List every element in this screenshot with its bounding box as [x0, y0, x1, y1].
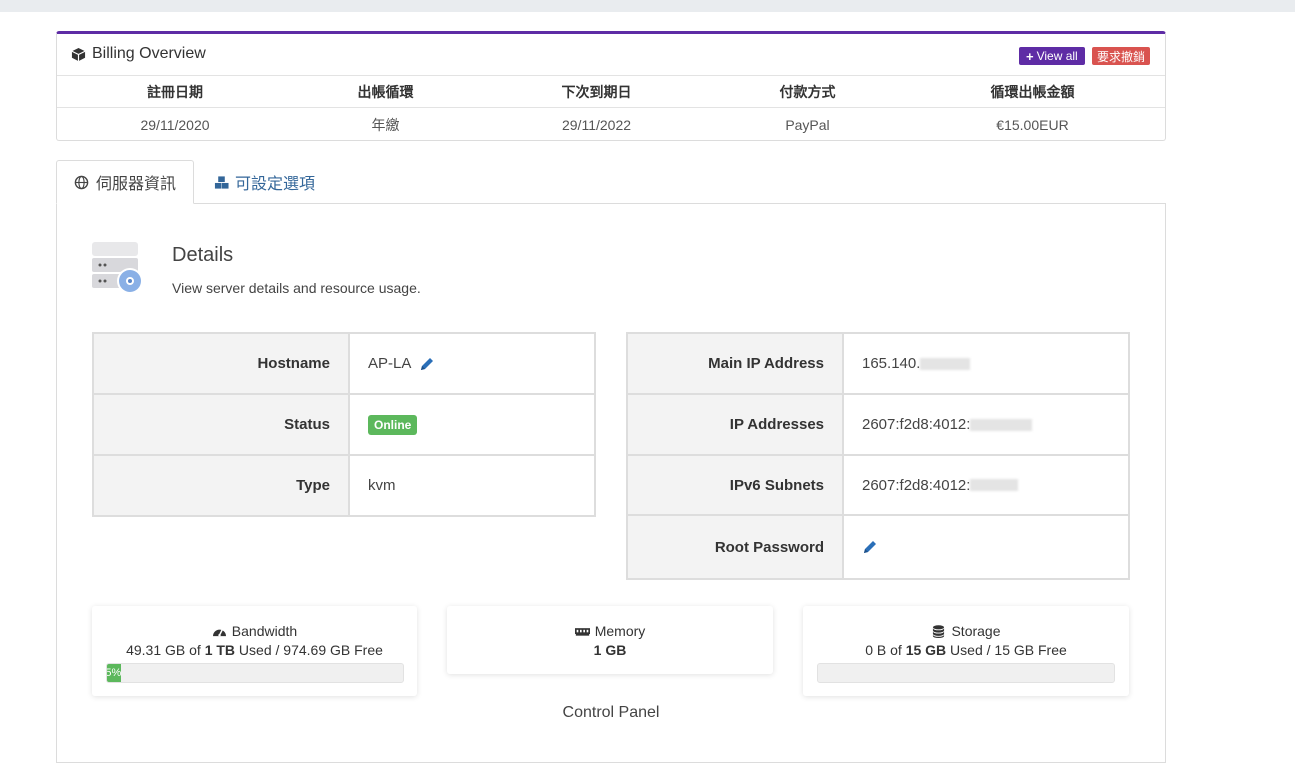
tab-server-info[interactable]: 伺服器資訊	[56, 160, 194, 204]
root-password-value-cell	[844, 516, 878, 578]
ip-addresses-value-cell: 2607:f2d8:4012:	[844, 395, 1033, 454]
hostname-value-cell: AP-LA	[350, 334, 435, 393]
column-header: 付款方式	[779, 83, 836, 100]
type-value: kvm	[368, 477, 396, 494]
memory-value: 1 GB	[593, 642, 627, 658]
memory-title: Memory	[447, 623, 773, 639]
main-ip-value: 165.140.	[862, 355, 921, 372]
network-info-table: Main IP Address 165.140. IP Addresses 26…	[626, 332, 1130, 580]
bandwidth-progress-bar: 5%	[105, 663, 404, 683]
billing-cycle: 年繳	[371, 116, 400, 133]
bandwidth-used: 49.31 GB	[126, 642, 186, 658]
ipv6-subnets-value: 2607:f2d8:4012:	[862, 476, 971, 494]
column-header: 下次到期日	[561, 83, 632, 100]
globe-icon	[74, 175, 89, 189]
server-settings-icon	[92, 242, 143, 294]
database-icon	[933, 624, 945, 638]
storage-of: of	[886, 642, 906, 658]
top-bar	[0, 0, 1295, 12]
tab-configurable-options-label: 可設定選項	[235, 176, 316, 193]
main-ip-row: Main IP Address 165.140.	[628, 334, 1128, 395]
recurring-amount: €15.00EUR	[996, 116, 1069, 133]
root-password-label: Root Password	[628, 516, 844, 578]
details-title: Details	[172, 244, 234, 266]
storage-suffix: Used / 15 GB Free	[946, 642, 1067, 658]
billing-title-text: Billing Overview	[92, 45, 206, 62]
redacted-block	[970, 418, 1033, 431]
hostname-row: Hostname AP-LA	[94, 334, 594, 395]
main-ip-label: Main IP Address	[628, 334, 844, 393]
billing-title: Billing Overview	[71, 45, 206, 63]
memory-chip-icon	[574, 627, 590, 636]
plus-icon: +	[1026, 48, 1034, 64]
tab-configurable-options[interactable]: 可設定選項	[204, 160, 325, 204]
storage-total: 15 GB	[905, 642, 947, 658]
billing-table-header: 註冊日期 出帳循環 下次到期日 付款方式 循環出帳金額	[57, 76, 1165, 108]
view-all-label: View all	[1036, 49, 1078, 63]
control-panel-title: Control Panel	[562, 704, 660, 721]
bandwidth-of: of	[185, 642, 205, 658]
status-value-cell: Online	[350, 395, 418, 454]
bandwidth-title: Bandwidth	[92, 623, 417, 639]
dashboard-icon	[212, 628, 226, 636]
storage-used: 0 B	[865, 642, 887, 658]
bandwidth-percent-label: 5%	[106, 667, 122, 679]
view-all-button[interactable]: + View all	[1019, 47, 1085, 65]
ipv6-subnets-value-cell: 2607:f2d8:4012:	[844, 456, 1019, 514]
billing-table: 註冊日期 出帳循環 下次到期日 付款方式 循環出帳金額 29/11/2020 年…	[57, 76, 1165, 141]
status-badge: Online	[368, 414, 418, 435]
column-header: 註冊日期	[147, 83, 203, 100]
status-row: Status Online	[94, 395, 594, 456]
storage-title-text: Storage	[951, 623, 1001, 639]
ipv6-subnets-label: IPv6 Subnets	[628, 456, 844, 514]
billing-overview-panel: Billing Overview + View all 要求撤銷 註冊日期 出帳…	[56, 31, 1166, 141]
redacted-block	[970, 479, 1019, 491]
server-info-table: Hostname AP-LA Status Online Type kvm	[92, 332, 596, 517]
status-label: Status	[94, 395, 350, 454]
bandwidth-total: 1 TB	[204, 642, 236, 658]
memory-card: Memory 1 GB	[447, 606, 773, 674]
edit-password-icon[interactable]	[862, 539, 878, 555]
cubes-icon	[214, 175, 229, 189]
ip-addresses-row: IP Addresses 2607:f2d8:4012:	[628, 395, 1128, 456]
root-password-row: Root Password	[628, 516, 1128, 578]
ip-addresses-label: IP Addresses	[628, 395, 844, 454]
cube-icon	[71, 47, 86, 61]
type-row: Type kvm	[94, 456, 594, 515]
payment-method: PayPal	[785, 116, 830, 133]
cancel-label: 要求撤銷	[1097, 49, 1146, 64]
storage-title: Storage	[803, 623, 1129, 639]
storage-progress-bar	[817, 663, 1115, 683]
bandwidth-suffix: Used / 974.69 GB Free	[235, 642, 383, 658]
type-label: Type	[94, 456, 350, 515]
bandwidth-title-text: Bandwidth	[231, 623, 298, 639]
bandwidth-progress-fill: 5%	[106, 664, 122, 682]
memory-title-text: Memory	[594, 623, 646, 639]
tab-server-info-label: 伺服器資訊	[95, 176, 176, 193]
storage-usage: 0 B of 15 GB Used / 15 GB Free	[803, 642, 1129, 658]
registration-date: 29/11/2020	[140, 116, 210, 133]
billing-header: Billing Overview + View all 要求撤銷	[57, 34, 1165, 76]
column-header: 出帳循環	[357, 83, 414, 100]
redacted-block	[920, 357, 971, 370]
main-ip-value-cell: 165.140.	[844, 334, 971, 393]
storage-card: Storage 0 B of 15 GB Used / 15 GB Free	[803, 606, 1129, 696]
details-subtitle: View server details and resource usage.	[172, 280, 421, 296]
bandwidth-usage: 49.31 GB of 1 TB Used / 974.69 GB Free	[92, 642, 417, 658]
request-cancellation-button[interactable]: 要求撤銷	[1092, 47, 1151, 65]
ipv6-subnets-row: IPv6 Subnets 2607:f2d8:4012:	[628, 456, 1128, 516]
edit-hostname-icon[interactable]	[419, 356, 435, 372]
billing-table-row: 29/11/2020 年繳 29/11/2022 PayPal €15.00EU…	[57, 108, 1165, 141]
hostname-label: Hostname	[94, 334, 350, 393]
next-due-date: 29/11/2022	[561, 116, 632, 133]
bandwidth-card: Bandwidth 49.31 GB of 1 TB Used / 974.69…	[92, 606, 417, 696]
ip-addresses-value: 2607:f2d8:4012:	[862, 416, 971, 433]
column-header: 循環出帳金額	[990, 83, 1075, 100]
hostname-value: AP-LA	[368, 355, 412, 372]
